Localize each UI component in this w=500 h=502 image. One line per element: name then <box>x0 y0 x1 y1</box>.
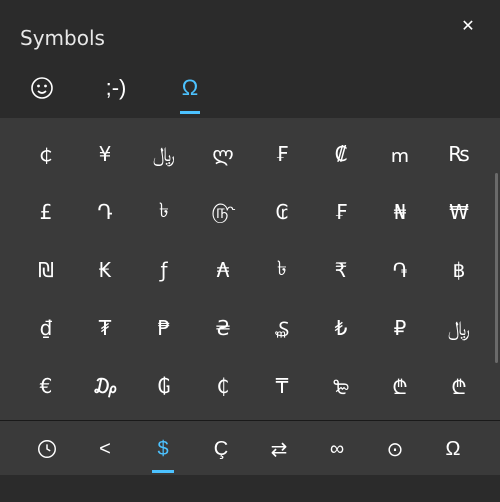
dollar-icon: $ <box>157 438 168 461</box>
symbol-cell[interactable]: ﷼ <box>431 304 487 352</box>
footer-tab-recent[interactable] <box>18 427 76 471</box>
scrollbar[interactable] <box>495 173 498 363</box>
symbol-cell[interactable]: ¥ <box>77 130 133 178</box>
tab-emoji[interactable] <box>20 66 64 110</box>
omega-icon: Ω <box>446 438 461 461</box>
category-tabs: ;-) Ω <box>0 66 500 110</box>
latin-icon: Ç <box>214 438 228 461</box>
symbol-cell[interactable]: ՠ <box>372 130 428 178</box>
tab-symbols[interactable]: Ω <box>168 66 212 110</box>
symbol-cell[interactable]: ֏ <box>372 246 428 294</box>
footer-tab-currency[interactable]: $ <box>134 427 192 471</box>
arrows-icon: ⇄ <box>271 437 288 462</box>
symbol-cell[interactable]: ₳ <box>195 246 251 294</box>
symbol-cell[interactable]: ₦ <box>372 188 428 236</box>
symbol-cell[interactable]: ₷ <box>254 304 310 352</box>
symbol-cell[interactable]: ƒ <box>136 246 192 294</box>
symbol-cell[interactable]: ₯ <box>77 362 133 410</box>
footer-tab-latin[interactable]: Ç <box>192 427 250 471</box>
symbol-cell[interactable]: ₻ <box>313 362 369 410</box>
symbol-cell[interactable]: ₪ <box>18 246 74 294</box>
footer-tab-greek[interactable]: Ω <box>424 427 482 471</box>
kaomoji-icon: ;-) <box>106 75 127 101</box>
symbol-cell[interactable]: ₮ <box>77 304 133 352</box>
symbol-category-footer: < $ Ç ⇄ ∞ ⊙ Ω <box>0 421 500 475</box>
footer-tab-punctuation[interactable]: < <box>76 427 134 471</box>
symbol-cell[interactable]: ৳ <box>254 246 310 294</box>
symbol-grid: ￠ ¥ ﷼ ლ ₣ ₡ ՠ ₨ £ Դ ৳ ௹ ₢ ₣ ₦ ₩ ₪ ₭ ƒ ₳ … <box>18 130 490 410</box>
symbol-cell[interactable]: ₲ <box>136 362 192 410</box>
symbol-cell[interactable]: ৳ <box>136 188 192 236</box>
footer-tab-geometric[interactable]: ⊙ <box>366 427 424 471</box>
close-button[interactable]: ✕ <box>454 12 482 40</box>
omega-icon: Ω <box>182 75 198 101</box>
symbol-cell[interactable]: ₺ <box>313 304 369 352</box>
symbol-cell[interactable]: ₢ <box>254 188 310 236</box>
panel-title: Symbols <box>20 26 105 50</box>
clock-icon <box>36 438 58 460</box>
symbol-cell[interactable]: ₱ <box>136 304 192 352</box>
footer-tab-math[interactable]: ∞ <box>308 427 366 471</box>
symbol-cell[interactable]: € <box>18 362 74 410</box>
symbol-grid-container: ￠ ¥ ﷼ ლ ₣ ₡ ՠ ₨ £ Դ ৳ ௹ ₢ ₣ ₦ ₩ ₪ ₭ ƒ ₳ … <box>0 118 500 420</box>
symbol-cell[interactable]: £ <box>18 188 74 236</box>
emoji-icon <box>30 76 54 100</box>
symbol-cell[interactable]: ₸ <box>254 362 310 410</box>
symbol-cell[interactable]: ﷼ <box>136 130 192 178</box>
symbol-cell[interactable]: ლ <box>195 130 251 178</box>
symbol-cell[interactable]: ₾ <box>431 362 487 410</box>
symbol-cell[interactable]: ₣ <box>313 188 369 236</box>
symbol-cell[interactable]: ₩ <box>431 188 487 236</box>
symbol-cell[interactable]: ₣ <box>254 130 310 178</box>
close-icon: ✕ <box>461 16 474 36</box>
footer-tab-arrows[interactable]: ⇄ <box>250 427 308 471</box>
symbol-cell[interactable]: ₫ <box>18 304 74 352</box>
symbol-cell[interactable]: ₹ <box>313 246 369 294</box>
symbol-cell[interactable]: ₾ <box>372 362 428 410</box>
symbol-cell[interactable]: Դ <box>77 188 133 236</box>
symbol-cell[interactable]: ₴ <box>195 304 251 352</box>
symbol-cell[interactable]: ₽ <box>372 304 428 352</box>
circled-dot-icon: ⊙ <box>387 437 404 462</box>
symbol-cell[interactable]: ₭ <box>77 246 133 294</box>
less-than-icon: < <box>99 438 111 461</box>
symbol-cell[interactable]: ￠ <box>18 130 74 178</box>
symbol-cell[interactable]: ₵ <box>195 362 251 410</box>
infinity-icon: ∞ <box>330 438 344 461</box>
tab-kaomoji[interactable]: ;-) <box>94 66 138 110</box>
symbol-cell[interactable]: ௹ <box>195 188 251 236</box>
symbol-cell[interactable]: ₡ <box>313 130 369 178</box>
symbol-cell[interactable]: ₨ <box>431 130 487 178</box>
symbol-cell[interactable]: ฿ <box>431 246 487 294</box>
